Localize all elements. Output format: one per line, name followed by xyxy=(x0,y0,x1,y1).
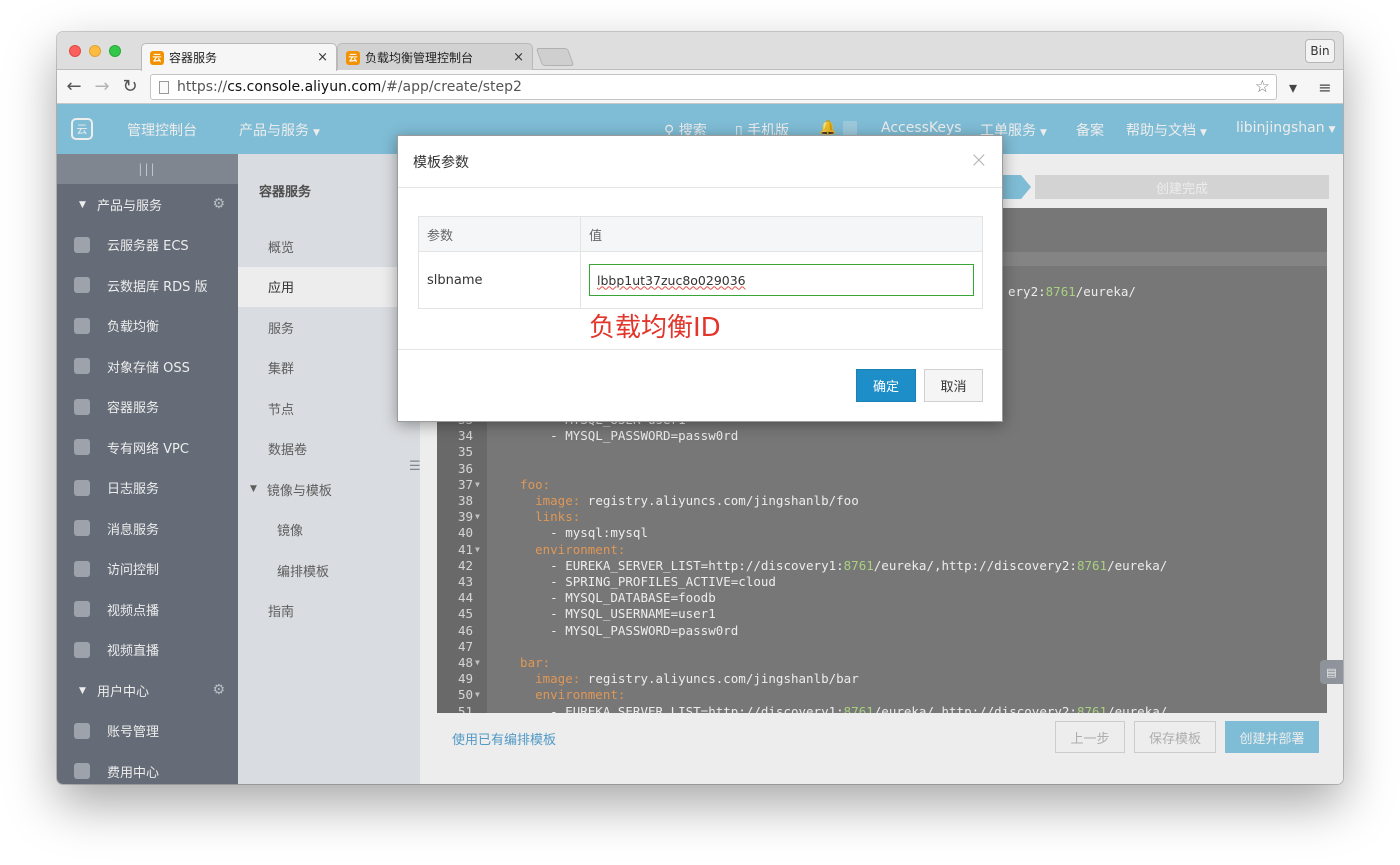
params-table: 参数 值 slbname lbbp1ut37zuc8o029036 xyxy=(418,216,983,309)
profile-button[interactable]: Bin xyxy=(1305,39,1335,63)
url-host: cs.console.aliyun.com xyxy=(227,79,382,95)
tab-title: 容器服务 xyxy=(169,51,218,65)
reload-icon[interactable]: ↻ xyxy=(119,75,141,97)
confirm-button[interactable]: 确定 xyxy=(856,369,916,402)
tab-close-icon[interactable]: × xyxy=(317,50,328,65)
template-params-dialog: 模板参数 × 参数 值 slbname lbbp1ut37zuc8o029036… xyxy=(397,135,1003,422)
column-divider xyxy=(580,217,581,308)
browser-tab-container-service[interactable]: 云 容器服务 × xyxy=(141,43,337,71)
url-path: /#/app/create/step2 xyxy=(381,79,522,95)
window-zoom-button[interactable] xyxy=(109,45,121,57)
dialog-header: 模板参数 × xyxy=(398,136,1002,188)
window-close-button[interactable] xyxy=(69,45,81,57)
slbname-input-value: lbbp1ut37zuc8o029036 xyxy=(597,272,746,288)
column-header-param: 参数 xyxy=(427,229,454,244)
browser-tab-slb-console[interactable]: 云 负载均衡管理控制台 × xyxy=(337,43,533,71)
browser-window: 云 容器服务 × 云 负载均衡管理控制台 × Bin ← → ↻ https:/… xyxy=(57,32,1343,784)
slbname-input[interactable]: lbbp1ut37zuc8o029036 xyxy=(589,264,974,296)
close-icon[interactable]: × xyxy=(970,148,988,173)
pocket-icon[interactable]: ▾ xyxy=(1283,77,1303,97)
dialog-title: 模板参数 xyxy=(413,154,469,171)
window-minimize-button[interactable] xyxy=(89,45,101,57)
tab-title: 负载均衡管理控制台 xyxy=(365,51,474,65)
page-icon xyxy=(159,80,169,94)
annotation-label: 负载均衡ID xyxy=(589,313,721,343)
dialog-footer: 确定 取消 xyxy=(398,349,1002,421)
browser-toolbar: ← → ↻ https://cs.console.aliyun.com/#/ap… xyxy=(57,70,1343,104)
bookmark-star-icon[interactable]: ☆ xyxy=(1255,77,1270,97)
forward-arrow-icon[interactable]: → xyxy=(91,75,113,97)
new-tab-button[interactable] xyxy=(535,48,575,66)
cancel-button[interactable]: 取消 xyxy=(924,369,983,402)
aliyun-icon: 云 xyxy=(346,50,360,65)
param-name-cell: slbname xyxy=(427,273,483,288)
back-arrow-icon[interactable]: ← xyxy=(63,75,85,97)
column-header-value: 值 xyxy=(589,229,603,244)
address-bar[interactable]: https://cs.console.aliyun.com/#/app/crea… xyxy=(150,74,1277,100)
browser-tab-bar: 云 容器服务 × 云 负载均衡管理控制台 × Bin xyxy=(57,32,1343,71)
menu-icon[interactable]: ≡ xyxy=(1315,77,1335,97)
tab-close-icon[interactable]: × xyxy=(513,50,524,65)
url-scheme: https:// xyxy=(177,79,228,95)
aliyun-icon: 云 xyxy=(150,50,164,65)
